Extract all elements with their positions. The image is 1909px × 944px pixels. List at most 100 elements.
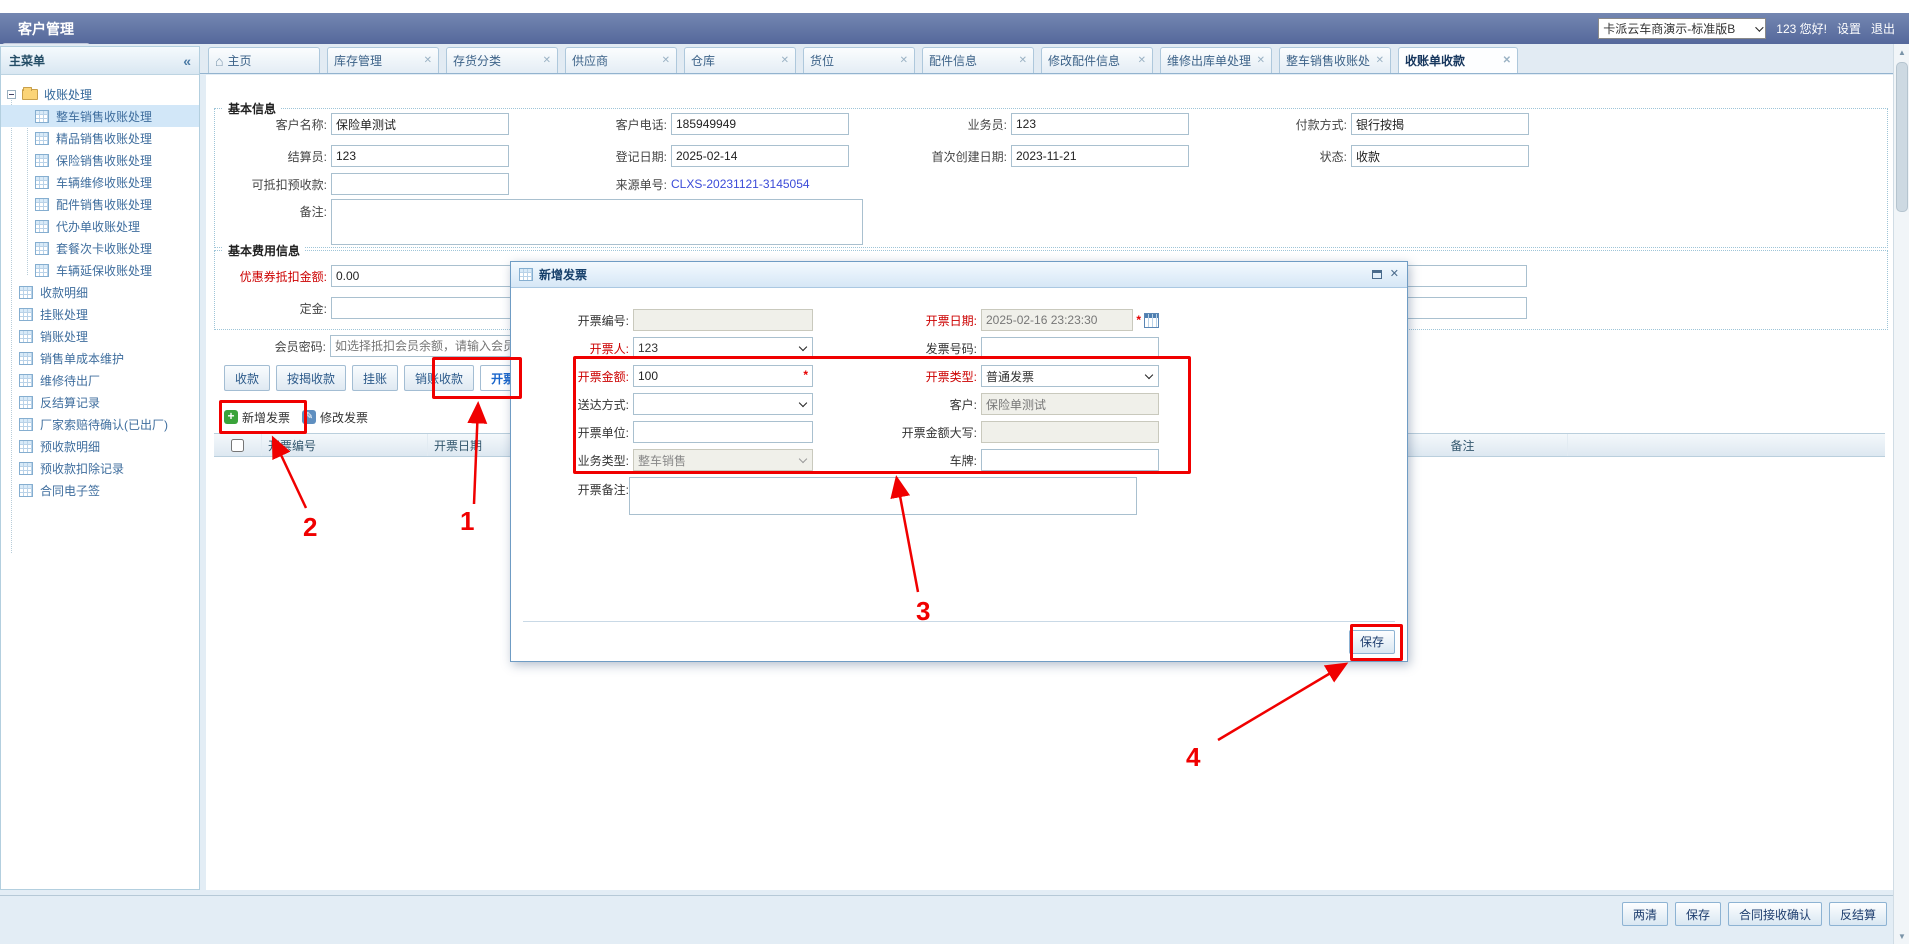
issuer-label: 开票人: (563, 340, 629, 357)
document-tab[interactable]: ⌂ 存货分类 ✕ (446, 47, 558, 73)
sidebar-item[interactable]: 收款明细 (1, 281, 199, 303)
payment-tab[interactable]: 挂账 (352, 365, 398, 391)
scroll-down-icon[interactable]: ▼ (1894, 928, 1909, 944)
document-tab[interactable]: ⌂ 主页 ✕ (208, 47, 320, 73)
tab-close-icon[interactable]: ✕ (781, 55, 789, 66)
tab-close-icon[interactable]: ✕ (1257, 55, 1265, 66)
sidebar-item[interactable]: 挂账处理 (1, 303, 199, 325)
scroll-up-icon[interactable]: ▲ (1894, 44, 1909, 60)
bottom-action-button[interactable]: 两清 (1622, 902, 1668, 926)
nav-item[interactable]: 维修管理 (2, 0, 90, 15)
sidebar-item[interactable]: 预收款明细 (1, 435, 199, 457)
grid-icon (35, 220, 49, 233)
nav-item[interactable]: 客户管理 (2, 15, 90, 43)
sidebar-item[interactable]: 整车销售收账处理 (1, 105, 199, 127)
tab-close-icon[interactable]: ✕ (662, 55, 670, 66)
document-tab[interactable]: ⌂ 仓库 ✕ (684, 47, 796, 73)
sidebar-item[interactable]: 销账处理 (1, 325, 199, 347)
bottom-action-button[interactable]: 合同接收确认 (1728, 902, 1822, 926)
sidebar-item[interactable]: 厂家索赔待确认(已出厂) (1, 413, 199, 435)
amount-field[interactable] (633, 365, 813, 387)
first-created-date-field[interactable] (1011, 145, 1189, 167)
invoice-type-label: 开票类型: (817, 368, 977, 385)
sidebar-item[interactable]: 套餐次卡收账处理 (1, 237, 199, 259)
home-icon: ⌂ (215, 56, 223, 66)
sidebar-item[interactable]: 代办单收账处理 (1, 215, 199, 237)
invoice-remark-field[interactable] (629, 477, 1137, 515)
sidebar-item[interactable]: 配件销售收账处理 (1, 193, 199, 215)
sidebar-item[interactable]: 维修待出厂 (1, 369, 199, 391)
tab-close-icon[interactable]: ✕ (1376, 55, 1384, 66)
register-date-field[interactable] (671, 145, 849, 167)
bottom-action-button[interactable]: 保存 (1675, 902, 1721, 926)
payment-tab[interactable]: 收款 (224, 365, 270, 391)
amount-label: 开票金额: (563, 368, 629, 385)
document-tab[interactable]: ⌂ 供应商 ✕ (565, 47, 677, 73)
deposit-label: 定金: (215, 300, 331, 317)
tab-close-icon[interactable]: ✕ (543, 55, 551, 66)
document-tab[interactable]: ⌂ 库存管理 ✕ (327, 47, 439, 73)
restore-window-icon[interactable] (1372, 270, 1382, 279)
salesman-field[interactable] (1011, 113, 1189, 135)
tab-label: 存货分类 (453, 52, 540, 69)
logout-link[interactable]: 退出 (1871, 20, 1895, 37)
tab-close-icon[interactable]: ✕ (424, 55, 432, 66)
source-order-link[interactable]: CLXS-20231121-3145054 (671, 177, 810, 191)
grid-icon (19, 396, 33, 409)
bottom-action-button[interactable]: 反结算 (1829, 902, 1887, 926)
sidebar-item[interactable]: 合同电子签 (1, 479, 199, 501)
tab-close-icon[interactable]: ✕ (1019, 55, 1027, 66)
vertical-scrollbar[interactable]: ▲ ▼ (1893, 44, 1909, 944)
tab-close-icon[interactable]: ✕ (1138, 55, 1146, 66)
document-tab[interactable]: ⌂ 配件信息 ✕ (922, 47, 1034, 73)
edit-invoice-button[interactable]: ✎ 修改发票 (302, 409, 368, 426)
payment-tab[interactable]: 销账收款 (404, 365, 474, 391)
sidebar-folder-receivables[interactable]: 收账处理 (1, 83, 199, 105)
close-icon[interactable]: ✕ (1390, 269, 1399, 280)
calendar-icon[interactable] (1144, 313, 1159, 328)
edit-invoice-label: 修改发票 (320, 409, 368, 426)
grid-icon (19, 330, 33, 343)
tenant-select[interactable]: 卡派云车商演示-标准版B (1598, 18, 1766, 39)
sidebar-header: 主菜单 « (1, 47, 199, 75)
document-tab[interactable]: ⌂ 收账单收款 ✕ (1398, 47, 1518, 73)
tree-collapse-icon[interactable] (7, 90, 16, 99)
document-tab[interactable]: ⌂ 货位 ✕ (803, 47, 915, 73)
invoice-date-field[interactable] (981, 309, 1133, 331)
tab-close-icon[interactable]: ✕ (900, 55, 908, 66)
sidebar-item[interactable]: 精品销售收账处理 (1, 127, 199, 149)
sidebar-item[interactable]: 车辆延保收账处理 (1, 259, 199, 281)
scrollbar-thumb[interactable] (1896, 62, 1908, 212)
delivery-select[interactable] (633, 393, 813, 415)
payment-tab[interactable]: 按揭收款 (276, 365, 346, 391)
deductible-prepay-field[interactable] (331, 173, 509, 195)
remark-field[interactable] (331, 199, 863, 245)
document-tab[interactable]: ⌂ 维修出库单处理 ✕ (1160, 47, 1272, 73)
issuer-select[interactable]: 123 (633, 337, 813, 359)
save-button[interactable]: 保存 (1349, 630, 1395, 654)
customer-name-field[interactable] (331, 113, 509, 135)
status-field[interactable] (1351, 145, 1529, 167)
customer-phone-field[interactable] (671, 113, 849, 135)
sidebar-collapse-button[interactable]: « (183, 53, 191, 69)
pay-method-field[interactable] (1351, 113, 1529, 135)
document-tab[interactable]: ⌂ 整车销售收账处 ✕ (1279, 47, 1391, 73)
dialog-header[interactable]: 新增发票 ✕ (511, 262, 1407, 288)
settings-link[interactable]: 设置 (1837, 20, 1861, 37)
settler-field[interactable] (331, 145, 509, 167)
sidebar-item[interactable]: 预收款扣除记录 (1, 457, 199, 479)
sidebar-item[interactable]: 车辆维修收账处理 (1, 171, 199, 193)
select-all-checkbox[interactable] (231, 439, 244, 452)
add-invoice-button[interactable]: + 新增发票 (224, 409, 290, 426)
invoice-unit-field[interactable] (633, 421, 813, 443)
source-order-label: 来源单号: (555, 176, 671, 193)
tab-close-icon[interactable]: ✕ (1503, 55, 1511, 66)
sidebar-item[interactable]: 销售单成本维护 (1, 347, 199, 369)
invoice-type-select[interactable]: 普通发票 (981, 365, 1159, 387)
plate-field[interactable] (981, 449, 1159, 471)
document-tab[interactable]: ⌂ 修改配件信息 ✕ (1041, 47, 1153, 73)
invoice-number-field[interactable] (981, 337, 1159, 359)
user-greeting: 123 您好! (1776, 20, 1827, 37)
sidebar-item[interactable]: 反结算记录 (1, 391, 199, 413)
sidebar-item[interactable]: 保险销售收账处理 (1, 149, 199, 171)
